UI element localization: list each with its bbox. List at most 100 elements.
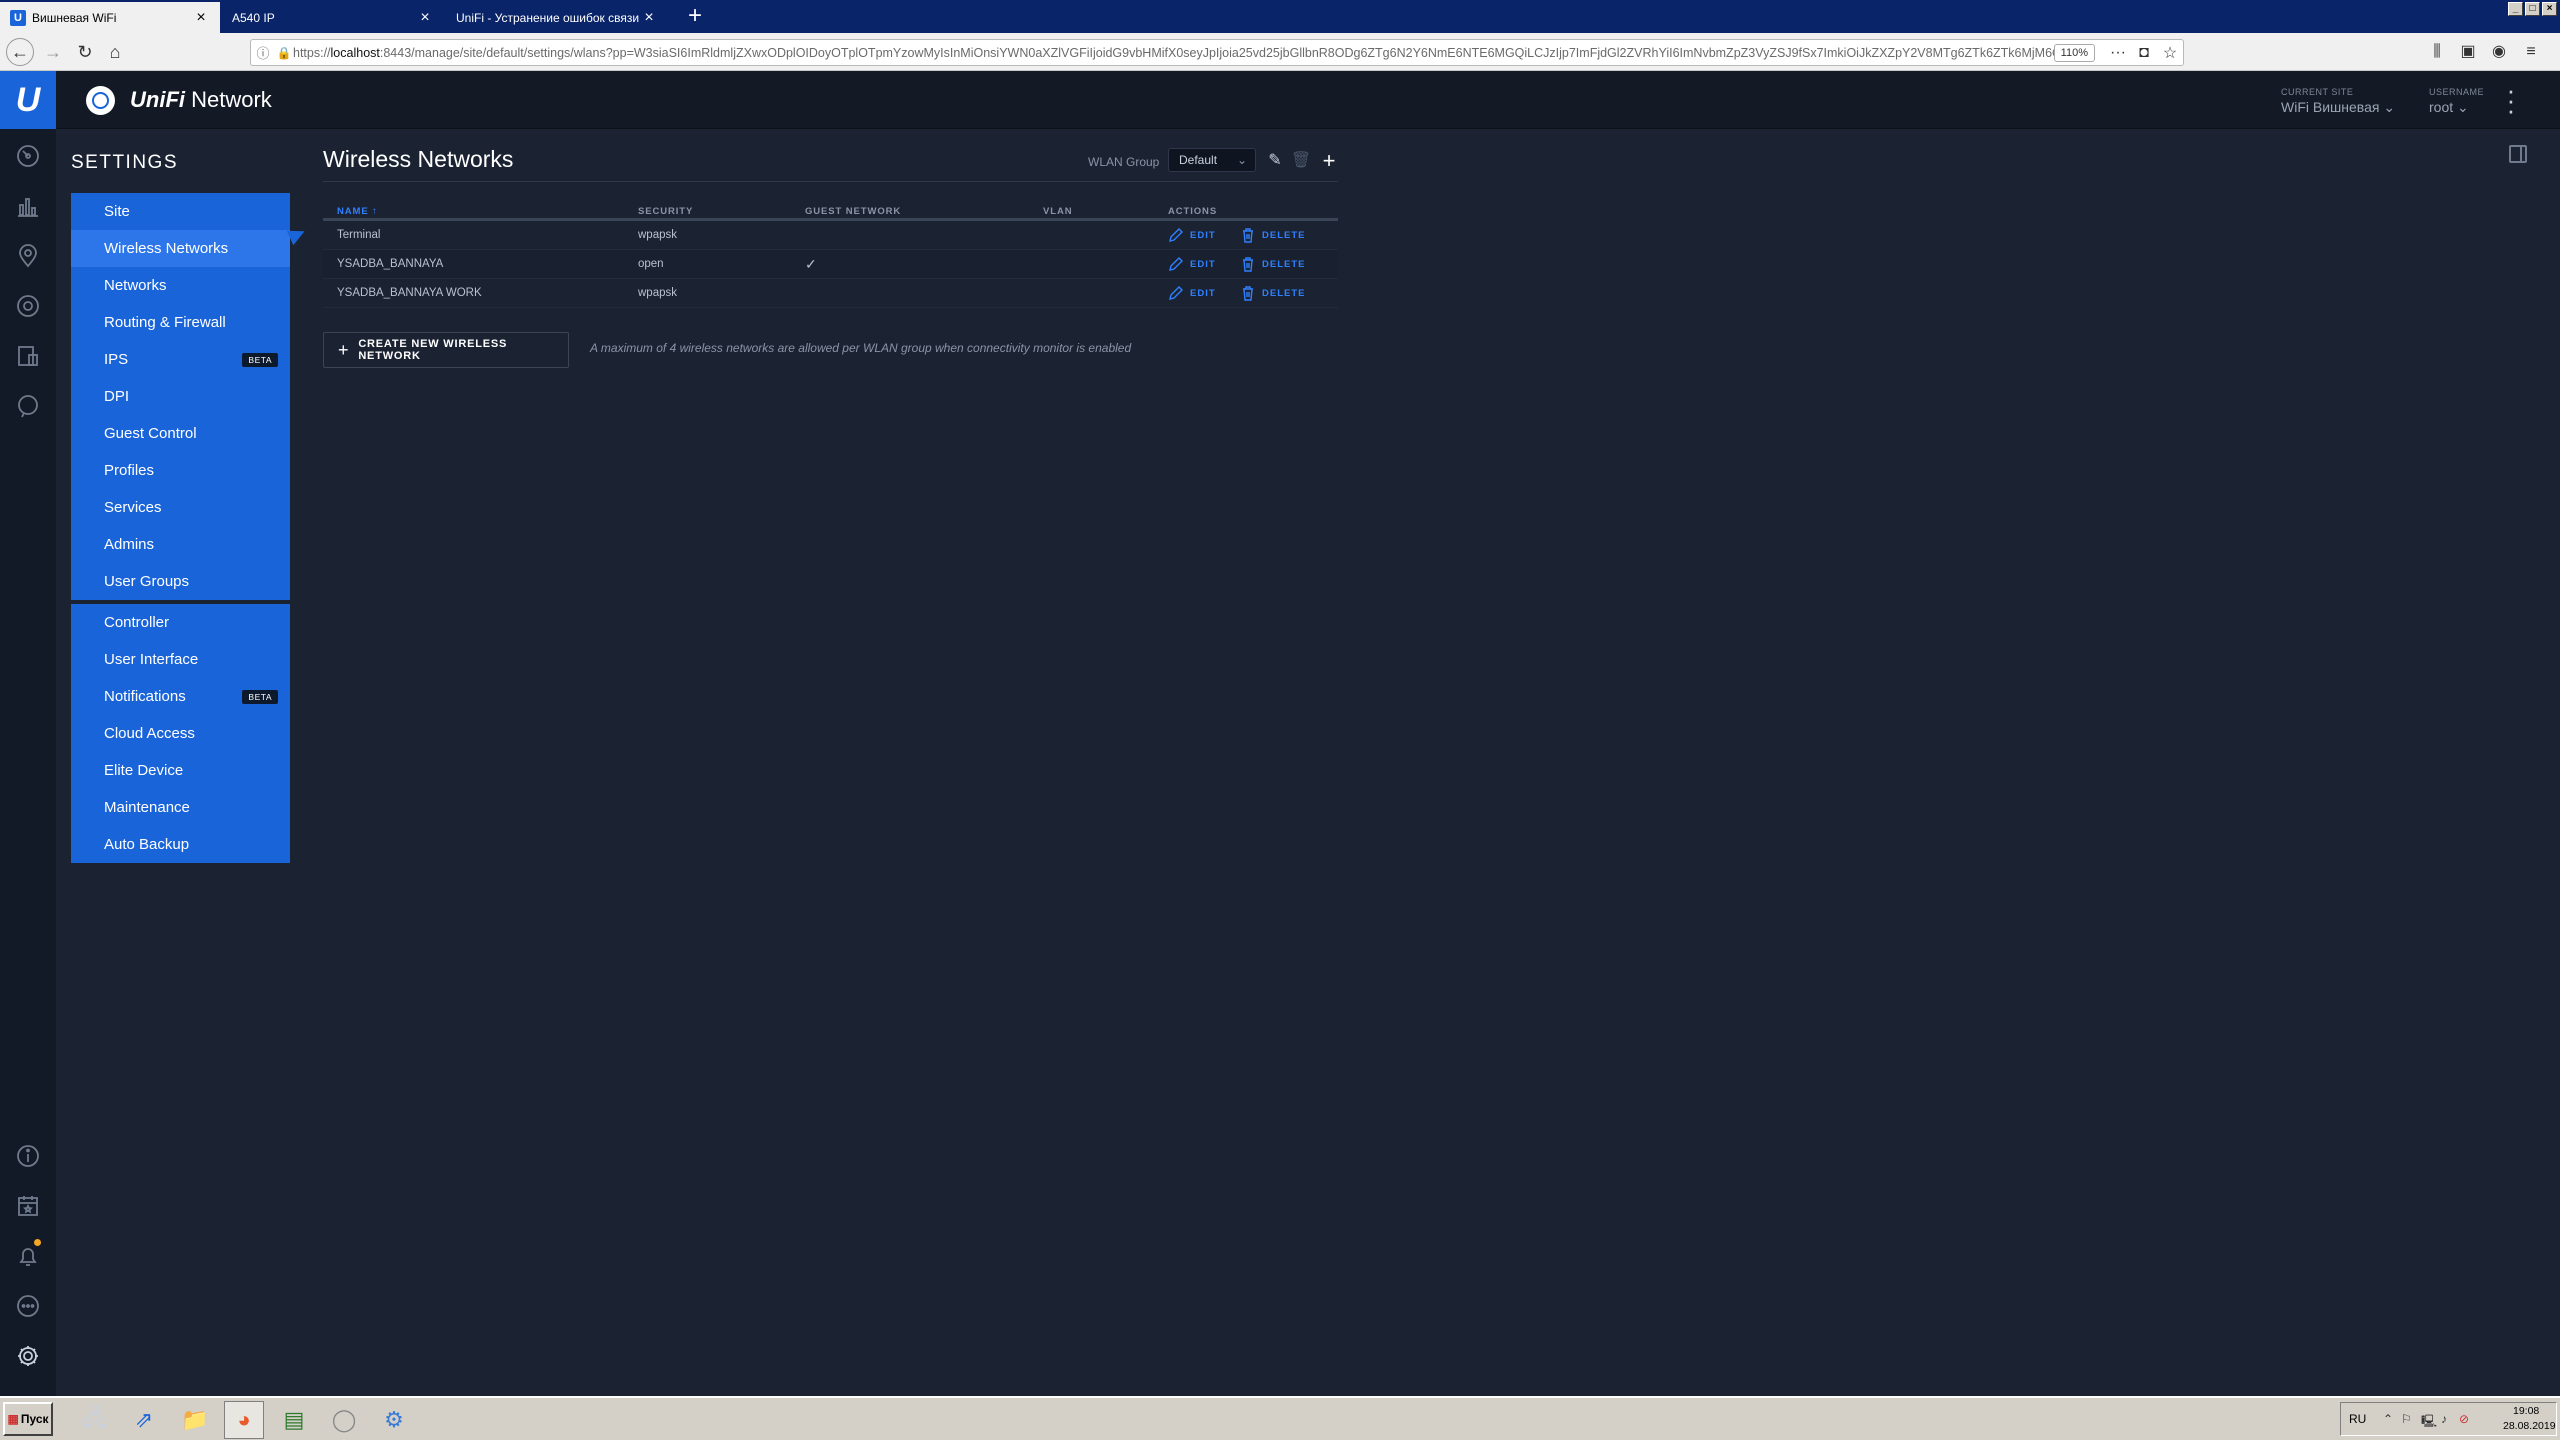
forward-arrow-icon[interactable]: → [40,39,66,65]
devices-icon[interactable] [13,291,43,321]
map-icon[interactable] [13,241,43,271]
sidebar-item-cloud-access[interactable]: Cloud Access [71,715,290,752]
sidebar-item-notifications[interactable]: Notifications BETA [71,678,290,715]
delete-button[interactable]: DELETE [1240,227,1305,243]
pencil-icon [1169,286,1183,300]
bookmark-star-icon[interactable]: ☆ [2157,43,2183,63]
statistics-icon[interactable] [13,191,43,221]
file-explorer-icon[interactable]: 📁 [175,1401,215,1439]
column-header-name[interactable]: NAME ↑ [337,206,378,217]
maximize-window-icon[interactable]: □ [2525,2,2540,16]
close-icon[interactable]: × [416,9,434,27]
chat-icon[interactable] [13,1291,43,1321]
app-name-brand: UniFi [130,87,185,112]
sidebar-item-wireless-networks[interactable]: Wireless Networks [71,230,290,267]
create-wireless-network-button[interactable]: + CREATE NEW WIRELESS NETWORK [323,332,569,368]
alerts-bell-icon[interactable] [13,1239,43,1271]
sidebar-item-elite-device[interactable]: Elite Device [71,752,290,789]
network-tool-icon[interactable]: ⚙ [374,1401,414,1439]
start-button[interactable]: ▦ Пуск [3,1402,53,1436]
edit-group-pencil-icon[interactable]: ✎ [1264,150,1286,172]
sidebar-item-ips[interactable]: IPS BETA [71,341,290,378]
minimize-window-icon[interactable]: _ [2508,2,2523,16]
browser-tab[interactable]: UniFi - Устранение ошибок связи пр... × [446,2,668,33]
settings-gear-icon[interactable] [13,1341,43,1371]
info-icon[interactable]: ⓘ [251,43,275,62]
sidebar-icon[interactable]: ▣ [2457,41,2479,63]
delete-group-trash-icon[interactable]: 🗑 [1290,150,1312,172]
system-tray: RU ⌃ ⚐ 🖳 ♪ ⊘ 19:08 28.08.2019 [2340,1402,2557,1436]
network-security: open [638,258,664,270]
app-header: U UniFi Network CURRENT SITE WiFi Вишнев… [0,71,2560,129]
lock-warning-icon[interactable]: 🔒 [275,46,293,60]
wlan-group-select[interactable]: Default ⌄ [1168,148,1256,172]
site-selector[interactable]: CURRENT SITE WiFi Вишневая ⌄ [2281,87,2395,116]
close-window-icon[interactable]: × [2542,2,2557,16]
sidebar-item-site[interactable]: Site [71,193,290,230]
sidebar-item-user-interface[interactable]: User Interface [71,641,290,678]
sidebar-item-profiles[interactable]: Profiles [71,452,290,489]
browser-tab[interactable]: A540 IP × [222,2,444,33]
edit-button[interactable]: EDIT [1168,285,1216,301]
more-actions-icon[interactable]: ··· [2105,44,2131,62]
sidebar-item-services[interactable]: Services [71,489,290,526]
ubiquiti-logo[interactable]: U [0,71,56,129]
user-menu[interactable]: USERNAME root ⌄ [2429,87,2484,116]
sidebar-item-routing-firewall[interactable]: Routing & Firewall [71,304,290,341]
delete-button[interactable]: DELETE [1240,285,1305,301]
library-icon[interactable]: ⫼ [2426,41,2448,63]
add-group-plus-icon[interactable]: + [1318,150,1340,172]
sidebar-item-maintenance[interactable]: Maintenance [71,789,290,826]
delete-label: DELETE [1262,258,1306,270]
user-menu-value: root [2429,99,2454,115]
tab-title: A540 IP [232,10,275,25]
insights-icon[interactable] [13,391,43,421]
events-calendar-icon[interactable] [13,1191,43,1221]
sidebar-item-dpi[interactable]: DPI [71,378,290,415]
edit-button[interactable]: EDIT [1168,227,1216,243]
home-icon[interactable]: ⌂ [102,39,128,65]
zoom-level[interactable]: 110% [2053,43,2095,62]
panel-toggle-icon[interactable] [2509,145,2527,163]
sidebar-item-controller[interactable]: Controller [71,604,290,641]
flag-icon[interactable]: ⚐ [2401,1412,2412,1426]
address-bar[interactable]: ⓘ 🔒 https://localhost:8443/manage/site/d… [250,39,2184,66]
kebab-menu-icon[interactable]: · · · [2505,77,2517,123]
clients-icon[interactable] [13,341,43,371]
guest-checkmark-icon: ✓ [805,256,817,272]
sidebar-item-admins[interactable]: Admins [71,526,290,563]
column-header-vlan[interactable]: VLAN [1043,206,1072,217]
edit-button[interactable]: EDIT [1168,256,1216,272]
sidebar-item-guest-control[interactable]: Guest Control [71,415,290,452]
column-header-security[interactable]: SECURITY [638,206,693,217]
disc-icon[interactable]: ◯ [324,1401,364,1439]
terminal-app-icon[interactable]: ▤ [274,1401,314,1439]
network-status-icon[interactable]: 🖳 [2421,1412,2437,1433]
sidebar-item-networks[interactable]: Networks [71,267,290,304]
dashboard-icon[interactable] [13,141,43,171]
site-selector-label: CURRENT SITE [2281,87,2354,97]
create-button-label: CREATE NEW WIRELESS NETWORK [358,338,508,362]
reload-icon[interactable]: ↻ [72,39,98,65]
delete-button[interactable]: DELETE [1240,256,1305,272]
new-tab-icon[interactable]: + [680,2,710,32]
close-icon[interactable]: × [192,9,210,27]
alert-icon[interactable]: ⊘ [2459,1412,2469,1426]
sidebar-item-user-groups[interactable]: User Groups [71,563,290,600]
tray-expand-icon[interactable]: ⌃ [2383,1412,2393,1426]
language-indicator[interactable]: RU [2349,1412,2366,1426]
account-icon[interactable]: ◉ [2488,41,2510,63]
network-computers-icon[interactable]: 🖧 [75,1401,115,1439]
url-text[interactable]: https://localhost:8443/manage/site/defau… [293,46,2054,60]
back-arrow-icon[interactable]: ← [6,38,34,66]
sidebar-item-auto-backup[interactable]: Auto Backup [71,826,290,863]
pocket-icon[interactable]: ◘ [2131,44,2157,62]
shortcut-arrow-icon[interactable]: ⇗ [124,1401,164,1439]
firefox-icon[interactable]: ◕ [224,1401,264,1439]
about-info-icon[interactable] [13,1141,43,1171]
menu-icon[interactable]: ≡ [2520,41,2542,63]
volume-icon[interactable]: ♪ [2441,1412,2447,1426]
close-icon[interactable]: × [640,9,658,27]
column-header-guest-network[interactable]: GUEST NETWORK [805,206,901,217]
browser-tab-active[interactable]: U Вишневая WiFi × [0,2,220,33]
